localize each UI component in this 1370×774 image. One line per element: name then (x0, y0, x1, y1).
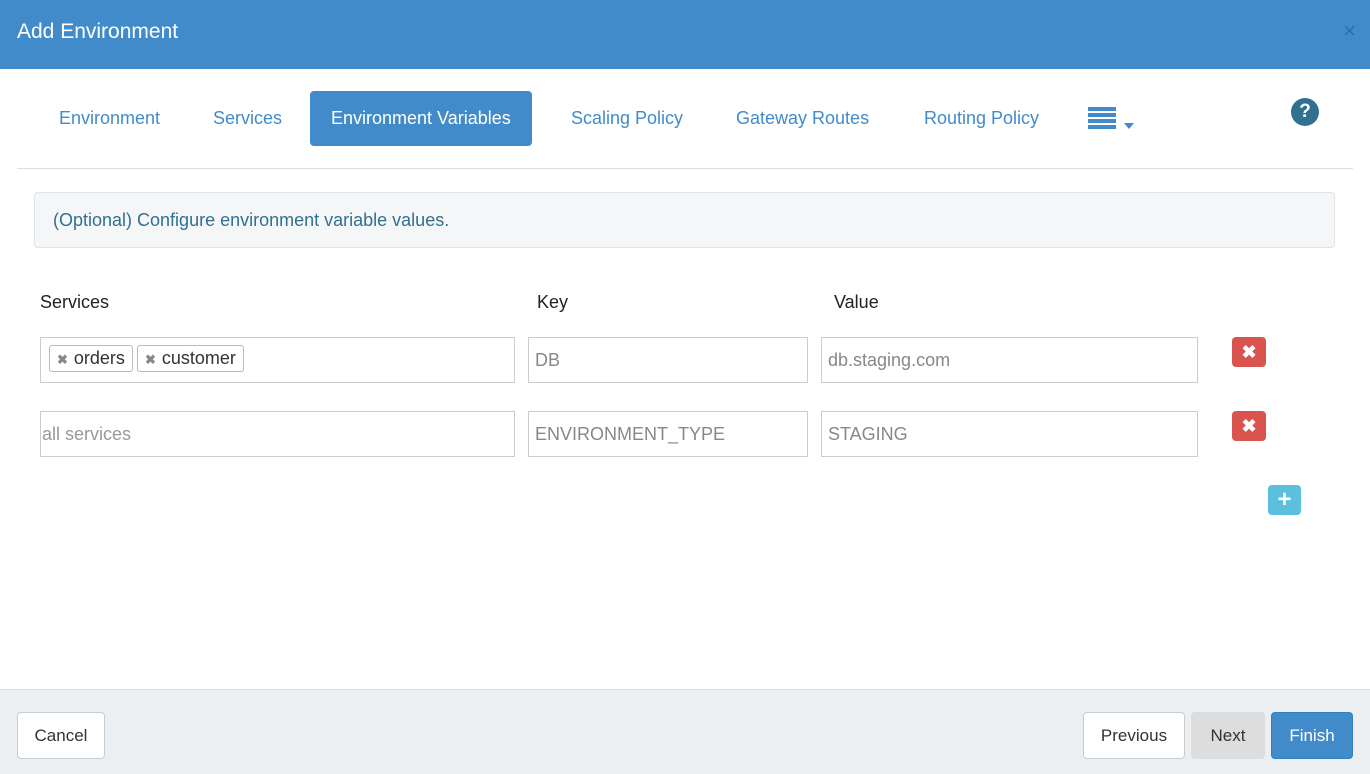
dialog-footer: Cancel Previous Next Finish (0, 689, 1370, 774)
value-input[interactable]: db.staging.com (821, 337, 1198, 383)
info-alert: (Optional) Configure environment variabl… (34, 192, 1335, 248)
plus-icon: + (1277, 486, 1292, 513)
finish-button[interactable]: Finish (1271, 712, 1353, 759)
services-input[interactable]: all services (40, 411, 515, 457)
previous-button[interactable]: Previous (1083, 712, 1185, 759)
delete-row-button[interactable]: ✖ (1232, 411, 1266, 441)
tab-environment-variables[interactable]: Environment Variables (310, 91, 532, 146)
tab-routing-policy[interactable]: Routing Policy (903, 91, 1060, 146)
delete-row-button[interactable]: ✖ (1232, 337, 1266, 367)
value-column-label: Value (834, 292, 879, 312)
services-column-label: Services (40, 292, 110, 312)
key-input[interactable]: DB (528, 337, 808, 383)
dialog-header: Add Environment × (0, 0, 1370, 69)
next-button[interactable]: Next (1191, 712, 1265, 759)
divider (17, 168, 1353, 169)
remove-tag-icon[interactable]: ✖ (145, 352, 156, 367)
close-icon: ✖ (1241, 342, 1257, 362)
tab-scaling-policy[interactable]: Scaling Policy (550, 91, 704, 146)
tab-gateway-routes[interactable]: Gateway Routes (715, 91, 890, 146)
remove-tag-icon[interactable]: ✖ (57, 352, 68, 367)
close-icon: ✖ (1241, 416, 1257, 436)
more-tabs-menu-icon[interactable] (1088, 107, 1116, 131)
help-icon[interactable]: ? (1291, 98, 1319, 126)
add-row-button[interactable]: + (1268, 485, 1301, 515)
chevron-down-icon[interactable] (1124, 123, 1134, 129)
service-tag: ✖ customer (136, 345, 244, 372)
key-column-label: Key (537, 292, 569, 312)
key-input[interactable]: ENVIRONMENT_TYPE (528, 411, 808, 457)
cancel-button[interactable]: Cancel (17, 712, 105, 759)
tab-services[interactable]: Services (192, 91, 303, 146)
tab-environment[interactable]: Environment (38, 91, 181, 146)
services-input[interactable]: ✖ orders ✖ customer (40, 337, 515, 383)
value-input[interactable]: STAGING (821, 411, 1198, 457)
dialog-title: Add Environment (17, 20, 179, 43)
service-tag: ✖ orders (49, 345, 133, 372)
close-icon[interactable]: × (1343, 18, 1356, 44)
